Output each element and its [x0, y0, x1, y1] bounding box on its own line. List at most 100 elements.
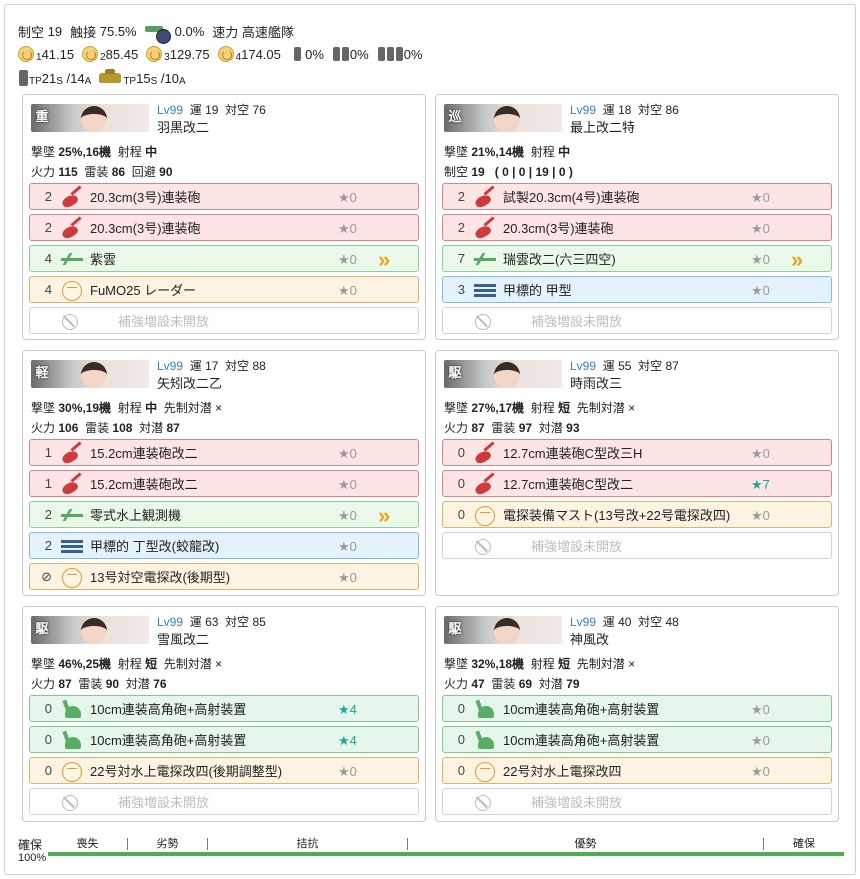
drum-pct-3: 0%	[403, 46, 423, 62]
aa-value: 87	[665, 359, 679, 373]
equipment-slot[interactable]: 補強増設未開放	[442, 532, 832, 559]
ship-stat-row1: 撃墜 25%,16機 射程 中	[31, 143, 164, 160]
stat-value-1: 115	[58, 165, 78, 179]
equipment-slot[interactable]: 2 試製20.3cm(4号)連装砲 ★0	[442, 183, 832, 210]
equipment-slot[interactable]: 2 零式水上観測機 ★0 »	[29, 501, 419, 528]
equipment-slot[interactable]: 補強増設未開放	[442, 788, 832, 815]
los-value-4: 174.05	[241, 46, 281, 62]
stat-label-3: 対潜	[139, 421, 164, 435]
luck-value: 55	[618, 359, 632, 373]
equipment-slot[interactable]: 補強増設未開放	[29, 307, 419, 334]
slot-plane-count: 2	[44, 189, 52, 204]
ship-card[interactable]: 駆 Lv99 運 40 対空 48 神風改 撃墜 32%,18機 射程 短 先制対潜 …	[435, 606, 839, 822]
radar-icon	[473, 761, 497, 782]
ship-type-kana: 巡	[448, 110, 462, 125]
air-power-label: 制空	[18, 25, 45, 40]
equipment-slot[interactable]: 0 22号対水上電探改四 ★0	[442, 757, 832, 784]
equipment-slot[interactable]: 2 甲標的 丁型改(蛟龍改) ★0	[29, 532, 419, 559]
ship-portrait[interactable]: 重	[31, 104, 149, 132]
ship-type-kana: 駆	[448, 622, 462, 637]
air-power-value: 19	[47, 24, 63, 39]
tp1-prefix: TP	[29, 75, 42, 87]
stat-label-2: 雷装	[85, 421, 110, 435]
main-gun-icon	[60, 474, 84, 494]
ship-card[interactable]: 駆 Lv99 運 63 対空 85 雪風改二 撃墜 46%,25機 射程 短 先制対潜…	[22, 606, 426, 822]
improvement-level: ★0	[338, 252, 357, 267]
equipment-slot[interactable]: ⊘ 13号対空電探改(後期型) ★0	[29, 563, 419, 590]
los-value-2: 85.45	[105, 46, 139, 62]
equipment-slot[interactable]: 2 20.3cm(3号)連装砲 ★0	[442, 214, 832, 241]
range-label: 射程	[117, 657, 142, 671]
equipment-slot[interactable]: 4 FuMO25 レーダー ★0	[29, 276, 419, 303]
ship-portrait[interactable]: 駆	[444, 616, 562, 644]
aa-label: 対空	[225, 103, 250, 117]
equipment-name: 10cm連装高角砲+高射装置	[90, 702, 247, 717]
equipment-name: 15.2cm連装砲改二	[90, 477, 198, 492]
improvement-level: ★0	[751, 508, 770, 523]
equipment-name: 12.7cm連装砲C型改三H	[503, 446, 643, 461]
range-value: 短	[558, 401, 571, 415]
ship-name: 最上改二特	[570, 120, 636, 135]
improvement-level: ★0	[751, 446, 770, 461]
ship-face	[494, 618, 520, 644]
ship-stat-row1: 撃墜 21%,14機 射程 中	[444, 143, 577, 160]
stat-label-1: 制空	[444, 165, 469, 179]
slot-plane-count: 0	[44, 701, 52, 716]
equipment-slot[interactable]: 0 電探装備マスト(13号改+22号電探改四) ★0	[442, 501, 832, 528]
equipment-slot[interactable]: 0 12.7cm連装砲C型改二 ★7	[442, 470, 832, 497]
locked-slot-icon	[473, 792, 497, 812]
equipment-slot[interactable]: 補強増設未開放	[29, 788, 419, 815]
ship-face	[81, 106, 107, 132]
high-angle-gun-icon	[473, 730, 497, 750]
drum-icon	[386, 47, 394, 61]
stat-label-3: 対潜	[538, 677, 563, 691]
ship-portrait[interactable]: 駆	[31, 616, 149, 644]
equipment-name: 22号対水上電探改四	[503, 764, 622, 779]
los-sub-1: 1	[36, 51, 42, 63]
ship-portrait[interactable]: 軽	[31, 360, 149, 388]
ship-level-row: Lv99 運 63 対空 85	[157, 613, 266, 630]
equipment-slot[interactable]: 4 紫雲 ★0 »	[29, 245, 419, 272]
luck-label: 運	[602, 103, 615, 117]
locked-slot-icon	[60, 792, 84, 812]
luck-value: 19	[205, 103, 219, 117]
stat-label-2: 雷装	[491, 677, 516, 691]
drum-icon	[332, 47, 340, 61]
equipment-slot[interactable]: 3 甲標的 甲型 ★0	[442, 276, 832, 303]
aa-label: 対空	[638, 359, 663, 373]
slot-plane-count: 4	[44, 282, 52, 297]
equipment-name: 20.3cm(3号)連装砲	[90, 190, 201, 205]
equipment-slot[interactable]: 2 20.3cm(3号)連装砲 ★0	[29, 214, 419, 241]
equipment-name: 15.2cm連装砲改二	[90, 446, 198, 461]
equipment-name: 10cm連装高角砲+高射装置	[90, 733, 247, 748]
ship-card[interactable]: 重 Lv99 運 19 対空 76 羽黒改二 撃墜 25%,16機 射程 中 火力 1…	[22, 94, 426, 340]
aa-label: 対空	[638, 615, 663, 629]
slot-plane-count: 0	[457, 701, 465, 716]
ship-card[interactable]: 駆 Lv99 運 55 対空 87 時雨改三 撃墜 27%,17機 射程 短 先制対潜…	[435, 350, 839, 596]
stat-value-2: 90	[105, 677, 120, 691]
equipment-slot[interactable]: 0 10cm連装高角砲+高射装置 ★0	[442, 726, 832, 753]
equipment-slot[interactable]: 0 10cm連装高角砲+高射装置 ★0	[442, 695, 832, 722]
equipment-slot[interactable]: 0 12.7cm連装砲C型改三H ★0	[442, 439, 832, 466]
ship-stat-row2: 制空 19 ( 0 | 0 | 19 | 0 )	[444, 163, 583, 180]
speed-label: 速力	[212, 25, 239, 40]
ship-portrait[interactable]: 駆	[444, 360, 562, 388]
tp2-a-sub: A	[178, 75, 186, 87]
equipment-slot[interactable]: 補強増設未開放	[442, 307, 832, 334]
equipment-slot[interactable]: 0 22号対水上電探改四(後期調整型) ★0	[29, 757, 419, 784]
equipment-slot[interactable]: 0 10cm連装高角砲+高射装置 ★4	[29, 695, 419, 722]
equipment-slot[interactable]: 1 15.2cm連装砲改二 ★0	[29, 470, 419, 497]
ship-card[interactable]: 軽 Lv99 運 17 対空 88 矢矧改二乙 撃墜 30%,19機 射程 中 先制対…	[22, 350, 426, 596]
ship-level: Lv99	[570, 359, 597, 373]
ship-portrait[interactable]: 巡	[444, 104, 562, 132]
equipment-slot[interactable]: 0 10cm連装高角砲+高射装置 ★4	[29, 726, 419, 753]
equipment-name: 13号対空電探改(後期型)	[90, 570, 231, 585]
improvement-level: ★4	[338, 733, 357, 748]
equipment-slot[interactable]: 7 瑞雲改二(六三四空) ★0 »	[442, 245, 832, 272]
seaplane-icon	[60, 505, 84, 525]
equipment-slot[interactable]: 1 15.2cm連装砲改二 ★0	[29, 439, 419, 466]
equipment-slot[interactable]: 2 20.3cm(3号)連装砲 ★0	[29, 183, 419, 210]
ship-card[interactable]: 巡 Lv99 運 18 対空 86 最上改二特 撃墜 21%,14機 射程 中 制空 …	[435, 94, 839, 340]
high-angle-gun-icon	[473, 699, 497, 719]
ship-name: 矢矧改二乙	[157, 376, 223, 391]
